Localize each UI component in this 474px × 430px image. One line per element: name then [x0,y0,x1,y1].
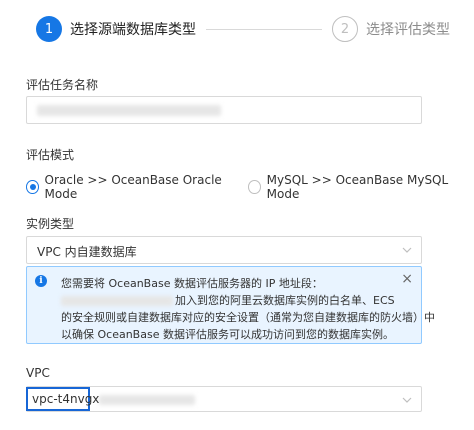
mode-option-oracle[interactable]: Oracle >> OceanBase Oracle Mode [26,173,232,201]
step-1: 1 选择源端数据库类型 [36,16,196,42]
alert-line-1: 您需要将 OceanBase 数据评估服务器的 IP 地址段： [61,277,323,290]
alert-line-4: 以确保 OceanBase 数据评估服务可以成功访问到您的数据库实例。 [61,328,394,341]
step-connector [206,28,322,30]
mode-option-oracle-label: Oracle >> OceanBase Oracle Mode [44,173,222,201]
mode-radio-group: Oracle >> OceanBase Oracle Mode MySQL >>… [26,173,474,201]
ip-whitelist-alert: i × 您需要将 OceanBase 数据评估服务器的 IP 地址段： 加入到您… [26,266,435,344]
ip-range-redacted [61,296,173,306]
vpc-value: vpc-t4nvgx [32,392,100,406]
task-name-label: 评估任务名称 [26,78,99,92]
alert-line-2: 加入到您的阿里云数据库实例的白名单、ECS [61,292,407,309]
alert-line-3: 的安全规则或自建数据库对应的安全设置（通常为您自建数据库的防火墙）中 [61,311,435,324]
radio-checked-icon[interactable] [26,180,39,194]
task-name-redacted [37,105,221,116]
step-2-number: 2 [332,16,358,42]
mode-label: 评估模式 [26,148,75,162]
instance-type-label: 实例类型 [26,217,75,231]
radio-unchecked-icon[interactable] [248,180,261,194]
vpc-id-redacted [99,395,195,405]
step-2-title: 选择评估类型 [366,22,450,38]
step-2[interactable]: 2 选择评估类型 [332,16,450,42]
mode-option-mysql-label: MySQL >> OceanBase MySQL Mode [266,173,449,201]
vpc-value-highlight: vpc-t4nvgx [26,387,99,411]
step-1-number: 1 [36,16,62,42]
steps-bar: 1 选择源端数据库类型 2 选择评估类型 [36,14,454,44]
info-icon: i [35,275,47,287]
chevron-down-icon [402,397,412,403]
mode-option-mysql[interactable]: MySQL >> OceanBase MySQL Mode [248,173,458,201]
step-1-title: 选择源端数据库类型 [70,22,196,38]
chevron-down-icon [402,247,412,253]
instance-type-select[interactable]: VPC 内自建数据库 [26,236,422,264]
task-name-input[interactable] [26,96,422,124]
instance-type-value: VPC 内自建数据库 [37,245,137,259]
alert-message: 您需要将 OceanBase 数据评估服务器的 IP 地址段： 加入到您的阿里云… [61,275,435,343]
alert-line-2-text: 加入到您的阿里云数据库实例的白名单、ECS [175,294,395,307]
vpc-label: VPC [26,366,50,380]
